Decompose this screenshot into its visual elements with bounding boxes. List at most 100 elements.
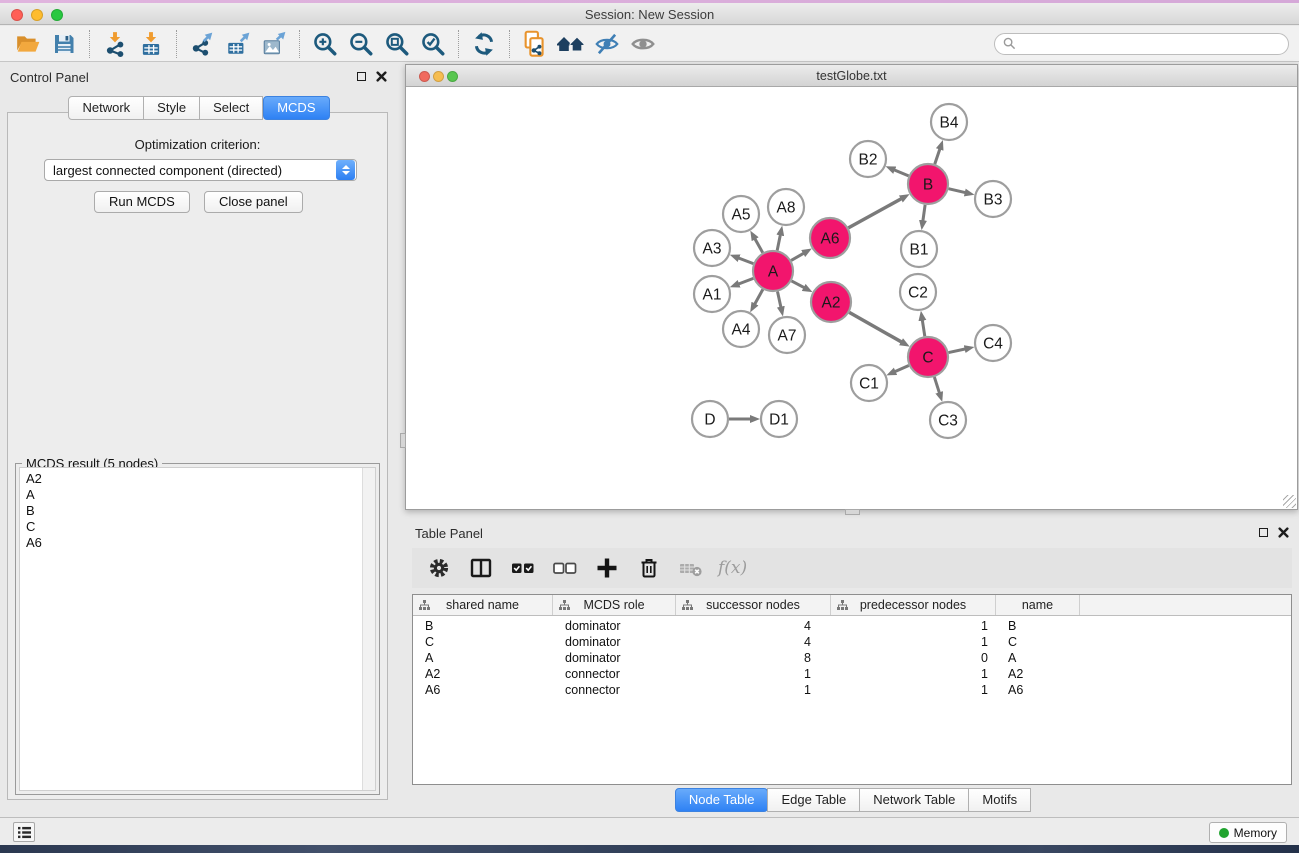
table-cell[interactable]: C bbox=[996, 635, 1080, 649]
table-cell[interactable]: dominator bbox=[553, 635, 676, 649]
search-field[interactable] bbox=[994, 33, 1289, 55]
mcds-result-item[interactable]: A2 bbox=[22, 471, 359, 487]
table-cell[interactable]: C bbox=[413, 635, 553, 649]
table-cell[interactable]: connector bbox=[553, 667, 676, 681]
delete-row-trash-icon[interactable] bbox=[632, 551, 666, 585]
show-columns-icon[interactable] bbox=[464, 551, 498, 585]
network-graph[interactable]: B4B2BB3A5A8A6B1A3AA1C2A2A4A7C4CC1C3DD1 bbox=[406, 87, 1297, 509]
table-cell[interactable]: 1 bbox=[831, 619, 996, 633]
column-header-shared-name[interactable]: shared name bbox=[413, 595, 553, 615]
tab-network[interactable]: Network bbox=[68, 96, 144, 120]
table-cell[interactable]: A2 bbox=[996, 667, 1080, 681]
tab-motifs[interactable]: Motifs bbox=[968, 788, 1031, 812]
table-cell[interactable]: 1 bbox=[676, 667, 831, 681]
table-row[interactable]: A2connector11A2 bbox=[413, 666, 1291, 682]
mcds-result-item[interactable]: B bbox=[22, 503, 359, 519]
table-cell[interactable]: 8 bbox=[676, 651, 831, 665]
mcds-result-item[interactable]: A6 bbox=[22, 535, 359, 551]
tab-select[interactable]: Select bbox=[199, 96, 263, 120]
table-cell[interactable]: A bbox=[413, 651, 553, 665]
graph-edge-C-C1[interactable] bbox=[895, 365, 909, 371]
graph-edge-C-C2[interactable] bbox=[922, 320, 925, 337]
splitter-handle[interactable] bbox=[400, 433, 406, 448]
table-cell[interactable]: A bbox=[996, 651, 1080, 665]
function-builder-icon[interactable]: f(x) bbox=[718, 558, 747, 578]
export-table-icon[interactable] bbox=[220, 28, 256, 60]
table-cell[interactable]: A6 bbox=[996, 683, 1080, 697]
tab-mcds[interactable]: MCDS bbox=[263, 96, 329, 120]
graph-edge-A-A8[interactable] bbox=[777, 234, 780, 250]
home-icon[interactable] bbox=[553, 28, 589, 60]
delete-table-icon[interactable] bbox=[674, 551, 708, 585]
birds-eye-icon[interactable] bbox=[625, 28, 661, 60]
graph-edge-C-C4[interactable] bbox=[949, 349, 966, 353]
graph-edge-C-C3[interactable] bbox=[934, 377, 939, 393]
zoom-fit-icon[interactable] bbox=[379, 28, 415, 60]
network-window-titlebar[interactable]: testGlobe.txt bbox=[406, 65, 1297, 87]
table-cell[interactable]: dominator bbox=[553, 619, 676, 633]
add-row-icon[interactable] bbox=[590, 551, 624, 585]
table-cell[interactable]: A6 bbox=[413, 683, 553, 697]
task-history-button[interactable] bbox=[13, 822, 35, 842]
table-cell[interactable]: B bbox=[413, 619, 553, 633]
refresh-icon[interactable] bbox=[466, 28, 502, 60]
mcds-result-item[interactable]: C bbox=[22, 519, 359, 535]
table-cell[interactable]: 1 bbox=[831, 683, 996, 697]
column-header-successor-nodes[interactable]: successor nodes bbox=[676, 595, 831, 615]
graph-edge-A-A5[interactable] bbox=[755, 238, 763, 252]
table-cell[interactable]: 1 bbox=[676, 683, 831, 697]
result-scrollbar[interactable] bbox=[362, 468, 375, 790]
graph-edge-A-A3[interactable] bbox=[738, 258, 753, 264]
mcds-result-listbox[interactable]: A2ABCA6 bbox=[19, 467, 376, 791]
table-cell[interactable]: 1 bbox=[831, 635, 996, 649]
close-table-panel-icon[interactable] bbox=[1278, 527, 1289, 538]
splitter-handle[interactable] bbox=[845, 509, 860, 515]
graph-edge-A-A4[interactable] bbox=[755, 289, 763, 304]
table-cell[interactable]: 0 bbox=[831, 651, 996, 665]
table-cell[interactable]: 4 bbox=[676, 635, 831, 649]
zoom-in-icon[interactable] bbox=[307, 28, 343, 60]
graph-edge-B-B2[interactable] bbox=[894, 170, 909, 176]
search-input[interactable] bbox=[1021, 37, 1280, 51]
import-table-icon[interactable] bbox=[133, 28, 169, 60]
table-cell[interactable]: connector bbox=[553, 683, 676, 697]
graph-edge-B-B1[interactable] bbox=[923, 205, 925, 221]
tab-edge-table[interactable]: Edge Table bbox=[767, 788, 860, 812]
tab-network-table[interactable]: Network Table bbox=[859, 788, 969, 812]
save-icon[interactable] bbox=[46, 28, 82, 60]
graph-edge-A-A7[interactable] bbox=[777, 292, 781, 308]
tab-node-table[interactable]: Node Table bbox=[675, 788, 769, 812]
table-cell[interactable]: B bbox=[996, 619, 1080, 633]
optimization-criterion-dropdown[interactable]: largest connected component (directed) bbox=[44, 159, 357, 181]
import-network-icon[interactable] bbox=[97, 28, 133, 60]
mcds-result-item[interactable]: A bbox=[22, 487, 359, 503]
close-panel-button[interactable]: Close panel bbox=[204, 191, 303, 213]
zoom-out-icon[interactable] bbox=[343, 28, 379, 60]
table-row[interactable]: Adominator80A bbox=[413, 650, 1291, 666]
network-canvas[interactable]: B4B2BB3A5A8A6B1A3AA1C2A2A4A7C4CC1C3DD1 bbox=[406, 87, 1297, 509]
table-options-gear-icon[interactable] bbox=[422, 551, 456, 585]
run-mcds-button[interactable]: Run MCDS bbox=[94, 191, 190, 213]
graph-edge-B-B4[interactable] bbox=[935, 149, 940, 165]
select-all-icon[interactable] bbox=[506, 551, 540, 585]
zoom-selected-icon[interactable] bbox=[415, 28, 451, 60]
table-cell[interactable]: 1 bbox=[831, 667, 996, 681]
graph-edge-A6-B[interactable] bbox=[848, 198, 901, 227]
table-cell[interactable]: A2 bbox=[413, 667, 553, 681]
graphics-details-icon[interactable] bbox=[589, 28, 625, 60]
graph-edge-A-A1[interactable] bbox=[738, 278, 753, 284]
memory-button[interactable]: Memory bbox=[1209, 822, 1287, 843]
column-header-predecessor-nodes[interactable]: predecessor nodes bbox=[831, 595, 996, 615]
float-panel-icon[interactable] bbox=[357, 72, 366, 81]
tab-style[interactable]: Style bbox=[143, 96, 200, 120]
float-table-panel-icon[interactable] bbox=[1259, 528, 1268, 537]
column-header-mcds-role[interactable]: MCDS role bbox=[553, 595, 676, 615]
graph-edge-B-B3[interactable] bbox=[948, 189, 965, 193]
deselect-all-icon[interactable] bbox=[548, 551, 582, 585]
table-cell[interactable]: 4 bbox=[676, 619, 831, 633]
table-row[interactable]: Bdominator41B bbox=[413, 618, 1291, 634]
export-image-icon[interactable] bbox=[256, 28, 292, 60]
window-resize-grip[interactable] bbox=[1283, 495, 1296, 508]
column-header-name[interactable]: name bbox=[996, 595, 1080, 615]
copy-network-icon[interactable] bbox=[517, 28, 553, 60]
